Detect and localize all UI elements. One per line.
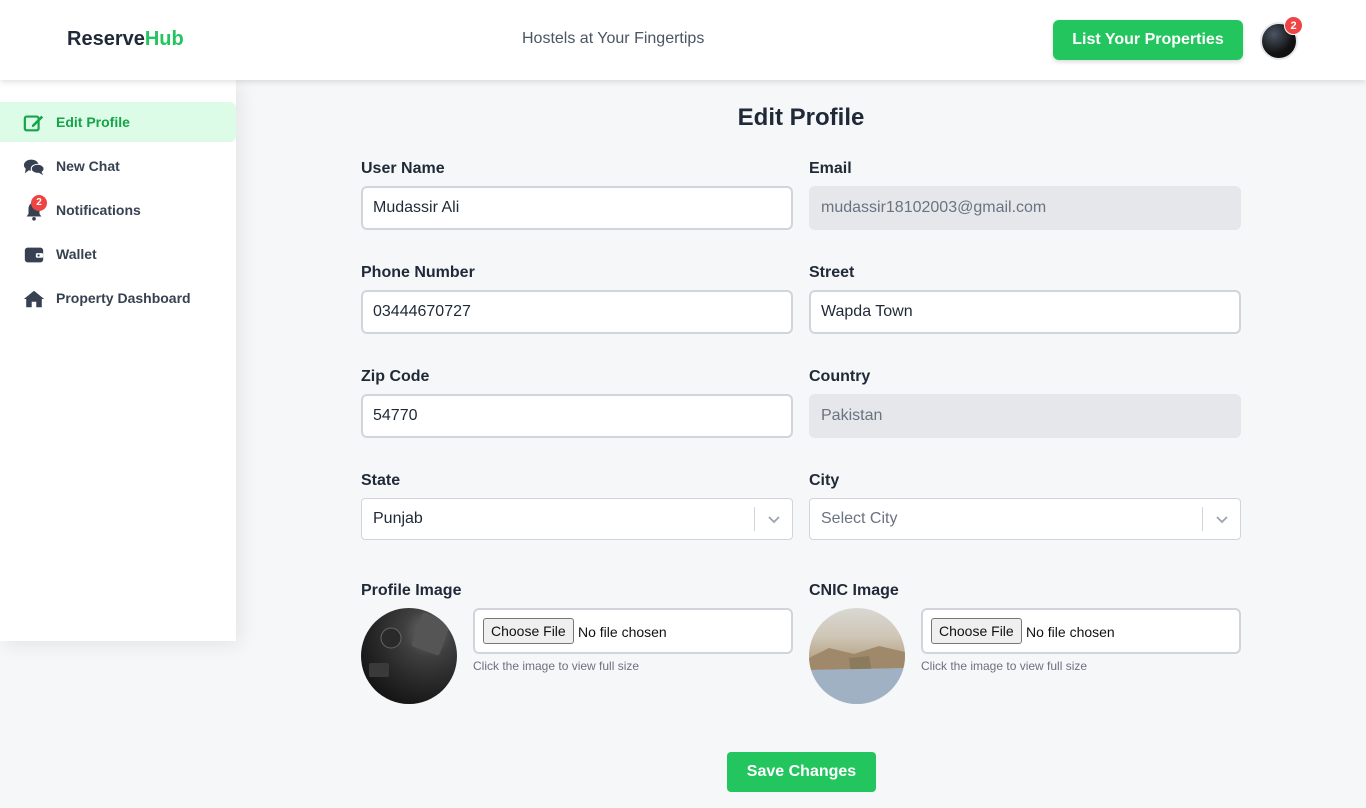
cnic-image-preview[interactable] bbox=[809, 608, 905, 704]
avatar-notification-badge: 2 bbox=[1284, 16, 1303, 35]
logo-suffix: Hub bbox=[144, 28, 184, 50]
street-label: Street bbox=[809, 264, 855, 281]
chat-icon bbox=[23, 159, 45, 176]
phone-input[interactable]: 03444670727 bbox=[361, 290, 793, 334]
edit-icon bbox=[23, 115, 44, 132]
top-header: ReserveHub Hostels at Your Fingertips Li… bbox=[0, 0, 1366, 80]
username-label: User Name bbox=[361, 160, 445, 177]
state-label: State bbox=[361, 472, 401, 489]
email-input: mudassir18102003@gmail.com bbox=[809, 186, 1241, 230]
cnic-image-file-input[interactable]: Choose File No file chosen bbox=[921, 608, 1241, 654]
home-icon bbox=[23, 290, 45, 308]
username-input[interactable]: Mudassir Ali bbox=[361, 186, 793, 230]
profile-image-graphic bbox=[369, 612, 451, 677]
street-input[interactable]: Wapda Town bbox=[809, 290, 1241, 334]
sidebar-item-wallet[interactable]: Wallet bbox=[0, 234, 236, 274]
email-label: Email bbox=[809, 160, 852, 177]
sidebar-item-label: Notifications bbox=[56, 202, 141, 218]
sidebar-item-notifications[interactable]: 2 Notifications bbox=[0, 190, 236, 230]
sidebar-item-label: Property Dashboard bbox=[56, 290, 191, 306]
country-input: Pakistan bbox=[809, 394, 1241, 438]
select-separator bbox=[754, 507, 755, 531]
profile-file-status: No file chosen bbox=[578, 624, 667, 640]
wallet-icon bbox=[24, 247, 44, 263]
profile-image-file-input[interactable]: Choose File No file chosen bbox=[473, 608, 793, 654]
sidebar-item-new-chat[interactable]: New Chat bbox=[0, 146, 236, 186]
sidebar: Edit Profile New Chat 2 Notifications Wa… bbox=[0, 80, 236, 641]
state-select[interactable]: Punjab bbox=[361, 498, 793, 540]
sidebar-item-label: Edit Profile bbox=[56, 114, 130, 130]
state-value: Punjab bbox=[373, 510, 423, 527]
city-select[interactable]: Select City bbox=[809, 498, 1241, 540]
city-label: City bbox=[809, 472, 840, 489]
profile-image-preview[interactable] bbox=[361, 608, 457, 704]
sidebar-item-label: Wallet bbox=[56, 246, 97, 262]
cnic-choose-file-button[interactable]: Choose File bbox=[931, 618, 1022, 644]
save-changes-button[interactable]: Save Changes bbox=[727, 752, 876, 792]
page-title: Edit Profile bbox=[737, 104, 865, 131]
cnic-file-status: No file chosen bbox=[1026, 624, 1115, 640]
chevron-down-icon[interactable] bbox=[1214, 511, 1230, 527]
city-placeholder: Select City bbox=[821, 510, 898, 527]
tagline: Hostels at Your Fingertips bbox=[522, 30, 705, 47]
profile-image-hint: Click the image to view full size bbox=[473, 659, 640, 673]
sidebar-item-label: New Chat bbox=[56, 158, 120, 174]
select-separator bbox=[1202, 507, 1203, 531]
profile-choose-file-button[interactable]: Choose File bbox=[483, 618, 574, 644]
sidebar-item-edit-profile[interactable]: Edit Profile bbox=[0, 102, 236, 142]
cnic-image-graphic bbox=[809, 646, 905, 704]
chevron-down-icon[interactable] bbox=[766, 511, 782, 527]
list-properties-button[interactable]: List Your Properties bbox=[1053, 20, 1243, 60]
logo-prefix: Reserve bbox=[67, 28, 145, 50]
cnic-image-label: CNIC Image bbox=[809, 582, 899, 599]
user-avatar[interactable]: 2 bbox=[1260, 16, 1303, 60]
cnic-image-hint: Click the image to view full size bbox=[921, 659, 1088, 673]
phone-label: Phone Number bbox=[361, 264, 475, 281]
zip-input[interactable]: 54770 bbox=[361, 394, 793, 438]
notifications-badge: 2 bbox=[31, 195, 47, 211]
country-label: Country bbox=[809, 368, 871, 385]
sidebar-item-property-dashboard[interactable]: Property Dashboard bbox=[0, 278, 236, 318]
zip-label: Zip Code bbox=[361, 368, 430, 385]
profile-image-label: Profile Image bbox=[361, 582, 462, 599]
logo[interactable]: ReserveHub bbox=[67, 28, 184, 51]
